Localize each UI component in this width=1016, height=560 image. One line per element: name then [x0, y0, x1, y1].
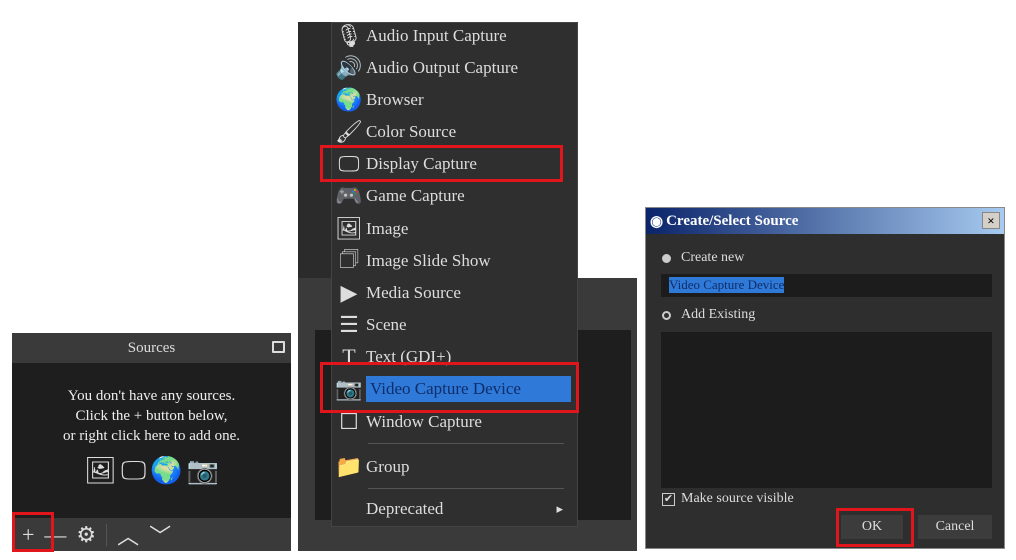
- existing-sources-list[interactable]: [661, 332, 992, 488]
- menu-item-label: Color Source: [366, 122, 457, 141]
- ok-highlight: [836, 508, 914, 547]
- make-visible-checkbox[interactable]: ✔ Make source visible: [662, 491, 794, 507]
- add-existing-label: Add Existing: [681, 307, 756, 322]
- menu-item-scene[interactable]: ☰ Scene: [332, 310, 577, 340]
- menu-item-image-slide-show[interactable]: 🗇 Image Slide Show: [332, 246, 577, 276]
- create-new-label: Create new: [681, 250, 745, 265]
- monitor-icon: 🖵: [121, 456, 147, 485]
- menu-item-audio-output-capture[interactable]: 🔊 Audio Output Capture: [332, 53, 577, 83]
- add-existing-radio[interactable]: Add Existing: [662, 307, 755, 323]
- menu-item-audio-input-capture[interactable]: 🎙 Audio Input Capture: [332, 21, 577, 51]
- blank-area: [578, 22, 637, 278]
- menu-item-icon: 🔊: [335, 55, 363, 80]
- image-icon: 🖼: [84, 456, 118, 485]
- source-properties-button[interactable]: ⚙: [76, 522, 96, 548]
- menu-item-label: Image Slide Show: [366, 251, 491, 270]
- radio-unchecked-icon: [662, 310, 671, 320]
- close-button[interactable]: ×: [982, 212, 1000, 229]
- dialog-title: Create/Select Source: [666, 212, 799, 229]
- checkbox-checked-icon: ✔: [662, 492, 675, 506]
- menu-item-browser[interactable]: 🌍 Browser: [332, 85, 577, 115]
- menu-item-icon: 🎮: [335, 183, 363, 208]
- menu-item-icon: 🎙: [335, 23, 363, 48]
- menu-item-label: Window Capture: [366, 412, 482, 431]
- make-visible-label: Make source visible: [681, 491, 794, 506]
- empty-line: Click the + button below,: [75, 408, 228, 424]
- empty-line: You don't have any sources.: [67, 388, 236, 404]
- source-name-input[interactable]: Video Capture Device: [661, 274, 992, 297]
- undock-icon[interactable]: [272, 341, 285, 353]
- menu-item-label: Deprecated: [366, 499, 444, 518]
- obs-logo-icon: ◉: [650, 213, 664, 230]
- empty-line: or right click here to add one.: [62, 428, 241, 444]
- video-capture-highlight: [320, 362, 579, 413]
- menu-item-label: Scene: [366, 315, 407, 334]
- sources-title: Sources: [127, 340, 176, 356]
- menu-item-label: Game Capture: [366, 186, 465, 205]
- globe-icon: 🌍: [150, 456, 183, 485]
- menu-item-game-capture[interactable]: 🎮 Game Capture: [332, 181, 577, 211]
- menu-item-label: Audio Input Capture: [366, 26, 507, 45]
- menu-item-label: Media Source: [366, 283, 461, 302]
- dialog-titlebar: ◉ Create/Select Source: [646, 208, 1004, 234]
- create-new-radio[interactable]: Create new: [662, 250, 744, 266]
- menu-item-icon: ☰: [339, 312, 359, 337]
- menu-item-label: Browser: [366, 90, 424, 109]
- menu-item-deprecated[interactable]: Deprecated ▸: [332, 494, 577, 524]
- empty-message: You don't have any sources. Click the + …: [12, 386, 291, 446]
- toolbar-divider: [106, 523, 108, 546]
- menu-item-icon: 🌍: [335, 87, 363, 112]
- menu-item-icon: ▶: [340, 280, 358, 305]
- menu-separator: [368, 488, 564, 489]
- radio-checked-icon: [662, 253, 671, 263]
- display-capture-highlight: [320, 145, 563, 182]
- submenu-arrow-icon: ▸: [556, 501, 563, 516]
- menu-item-image[interactable]: 🖼 Image: [332, 214, 577, 244]
- menu-item-color-source[interactable]: 🖌 Color Source: [332, 117, 577, 147]
- menu-item-label: Audio Output Capture: [366, 58, 519, 77]
- menu-item-label: Image: [366, 219, 409, 238]
- menu-item-icon: 🖼: [335, 216, 363, 241]
- create-select-source-dialog: ◉ Create/Select Source × Create new Video…: [645, 207, 1005, 549]
- menu-item-icon: 🖌: [335, 119, 363, 144]
- source-name-value: Video Capture Device: [669, 277, 785, 293]
- menu-item-media-source[interactable]: ▶ Media Source: [332, 278, 577, 308]
- menu-separator: [368, 443, 564, 444]
- sources-header: Sources: [12, 333, 291, 363]
- move-down-button[interactable]: ﹀: [149, 519, 171, 551]
- menu-item-group[interactable]: 📁 Group: [332, 452, 577, 482]
- cancel-button[interactable]: Cancel: [918, 515, 992, 539]
- add-source-menu: 🎙 Audio Input Capture 🔊 Audio Output Captur…: [331, 22, 578, 527]
- menu-item-icon: 📁: [335, 454, 363, 479]
- camera-icon: 📷: [186, 456, 219, 485]
- move-up-button[interactable]: ︿: [117, 519, 139, 551]
- add-button-highlight: [12, 512, 54, 552]
- menu-item-icon: 🗇: [338, 246, 360, 271]
- menu-item-label: Group: [366, 457, 410, 476]
